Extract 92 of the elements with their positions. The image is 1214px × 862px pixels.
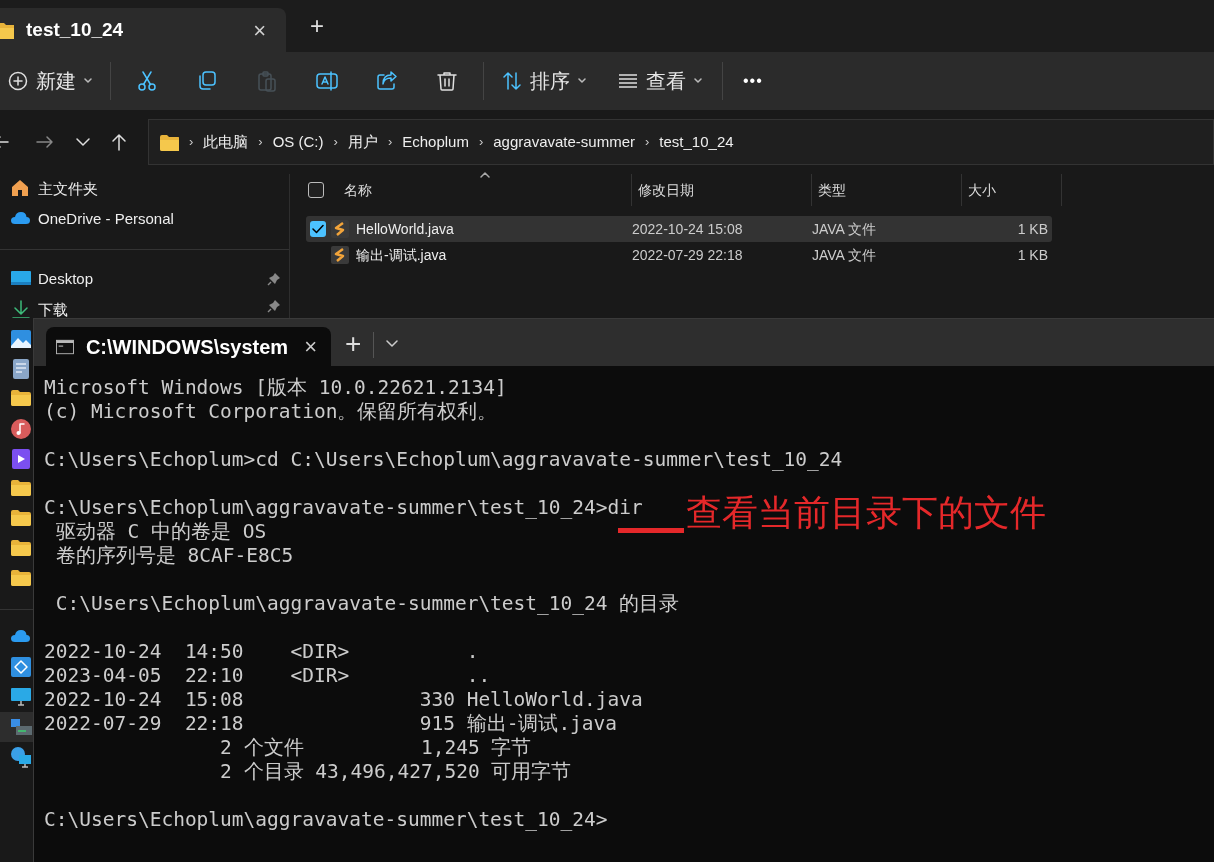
file-row[interactable]: 输出-调试.java 2022-07-29 22:18 JAVA 文件 1 KB <box>306 242 1052 268</box>
breadcrumb-item[interactable]: OS (C:) <box>272 130 324 154</box>
new-tab-button[interactable]: + <box>310 8 324 44</box>
terminal-line: 2022-07-29 22:18 915 输出-调试.java <box>44 712 618 736</box>
up-arrow-icon[interactable] <box>110 133 128 151</box>
breadcrumb-separator: › <box>645 133 650 152</box>
scissors-icon <box>136 70 158 92</box>
breadcrumb-item[interactable]: Echoplum <box>402 130 469 154</box>
terminal-line: 2022-10-24 15:08 330 HelloWorld.java <box>44 688 643 712</box>
terminal-line: Microsoft Windows [版本 10.0.22621.2134] <box>44 376 507 400</box>
plus-circle-icon <box>8 71 28 91</box>
app-icon <box>10 656 32 678</box>
chevron-down-icon <box>578 78 586 84</box>
terminal-line: 2 个目录 43,496,427,520 可用字节 <box>219 760 572 784</box>
sort-button[interactable]: 排序 <box>490 61 598 101</box>
sidebar-item[interactable]: 下载 <box>0 294 289 318</box>
chevron-down-icon[interactable] <box>386 340 399 348</box>
terminal-line: C:\Users\Echoplum\aggravavate-summer\test_10_24>dir <box>44 496 643 520</box>
chevron-down-icon <box>84 78 92 84</box>
sidebar-item[interactable]: OneDrive - Personal <box>0 204 289 234</box>
breadcrumb-separator: › <box>387 133 393 152</box>
underline-mark <box>618 528 684 533</box>
copy-icon <box>196 70 218 92</box>
terminal-line: (c) Microsoft Corporation。保留所有权利。 <box>44 400 498 424</box>
document-icon <box>10 358 32 380</box>
breadcrumb-separator: › <box>258 133 263 152</box>
rename-icon <box>316 70 338 92</box>
table-cell-text: JAVA 文件 <box>812 245 878 265</box>
clipboard-icon <box>256 70 278 92</box>
network-icon <box>10 746 32 768</box>
close-button[interactable]: × <box>245 13 274 47</box>
select-all-checkbox[interactable] <box>308 182 324 198</box>
view-button[interactable]: 查看 <box>606 61 714 101</box>
terminal-line: C:\Users\Echoplum\aggravavate-summer\test_10_24> <box>44 808 608 832</box>
pin-icon <box>267 299 281 313</box>
folder-icon <box>0 21 14 39</box>
list-icon <box>618 74 638 88</box>
terminal-line: 驱动器 C 中的卷是 OS <box>54 520 267 544</box>
music-note-icon <box>10 418 32 440</box>
picture-icon <box>10 328 32 350</box>
breadcrumb-separator: › <box>478 133 484 152</box>
terminal-line: C:\Users\Echoplum\aggravavate-summer\test_10_24 的目录 <box>54 592 680 616</box>
explorer-tab[interactable]: test_10_24 × <box>0 8 286 52</box>
column-header[interactable]: 类型 <box>812 174 962 206</box>
computer-icon <box>10 716 32 738</box>
column-header[interactable]: 名称 <box>338 174 632 206</box>
sidebar-item[interactable]: Desktop <box>0 264 289 294</box>
monitor-icon <box>10 686 32 708</box>
share-icon <box>376 70 398 92</box>
table-cell-text: 1 KB <box>1017 219 1048 239</box>
sidebar-item[interactable]: 主文件夹 <box>0 174 289 204</box>
breadcrumb-separator: › <box>333 133 338 152</box>
new-tab-button[interactable]: + <box>345 330 362 362</box>
annotation-text: 查看当前目录下的文件 <box>686 491 1046 535</box>
java-file-icon <box>330 245 350 265</box>
breadcrumb-item[interactable]: aggravavate-summer <box>493 130 635 154</box>
pin-icon <box>267 272 281 286</box>
breadcrumb-separator: › <box>189 133 194 152</box>
close-button[interactable]: × <box>300 330 321 363</box>
column-header[interactable]: 大小 <box>962 174 1062 206</box>
checkbox[interactable] <box>310 221 326 237</box>
terminal-line: 2 个文件 1,245 字节 <box>219 736 532 760</box>
table-cell-text: 2022-10-24 15:08 <box>632 219 744 239</box>
folder-icon <box>159 133 179 151</box>
checkmark-icon <box>312 224 324 234</box>
java-file-icon <box>330 219 350 239</box>
column-header[interactable]: 修改日期 <box>632 174 812 206</box>
table-cell-text: 2022-07-29 22:18 <box>632 245 744 265</box>
terminal-line: 2022-10-24 14:50 <DIR> . <box>44 640 479 664</box>
table-cell-text: 1 KB <box>1017 245 1048 265</box>
terminal-line: 2023-04-05 22:10 <DIR> .. <box>44 664 491 688</box>
sort-caret-icon <box>479 172 490 178</box>
terminal-line: 卷的序列号是 8CAF-E8C5 <box>54 544 294 568</box>
table-cell-text: JAVA 文件 <box>812 219 878 239</box>
file-row[interactable]: HelloWorld.java 2022-10-24 15:08 JAVA 文件 1 KB <box>306 216 1052 242</box>
breadcrumb-item[interactable]: 用户 <box>347 130 378 154</box>
chevron-down-icon <box>694 78 702 84</box>
more-button[interactable]: ••• <box>731 69 775 93</box>
new-button[interactable]: 新建 <box>4 61 96 101</box>
forward-arrow-icon[interactable] <box>36 133 54 151</box>
terminal-icon <box>56 338 74 355</box>
terminal-line: C:\Users\Echoplum>cd C:\Users\Echoplum\aggravavate-summer\test_10_24 <box>44 448 843 472</box>
download-arrow-icon <box>10 299 32 318</box>
address-bar[interactable]: › 此电脑 › OS (C:) › 用户 › Echoplum › aggravavate-summer › test_10_24 <box>148 119 1214 165</box>
sort-icon <box>502 71 522 91</box>
terminal-tab[interactable]: C:\WINDOWS\system × <box>46 327 331 366</box>
file-name: HelloWorld.java <box>356 219 455 239</box>
video-icon <box>10 448 32 470</box>
breadcrumb-item[interactable]: 此电脑 <box>203 130 249 154</box>
trash-icon <box>436 70 458 92</box>
file-name: 输出-调试.java <box>356 245 448 265</box>
breadcrumb-item[interactable]: test_10_24 <box>659 130 734 154</box>
